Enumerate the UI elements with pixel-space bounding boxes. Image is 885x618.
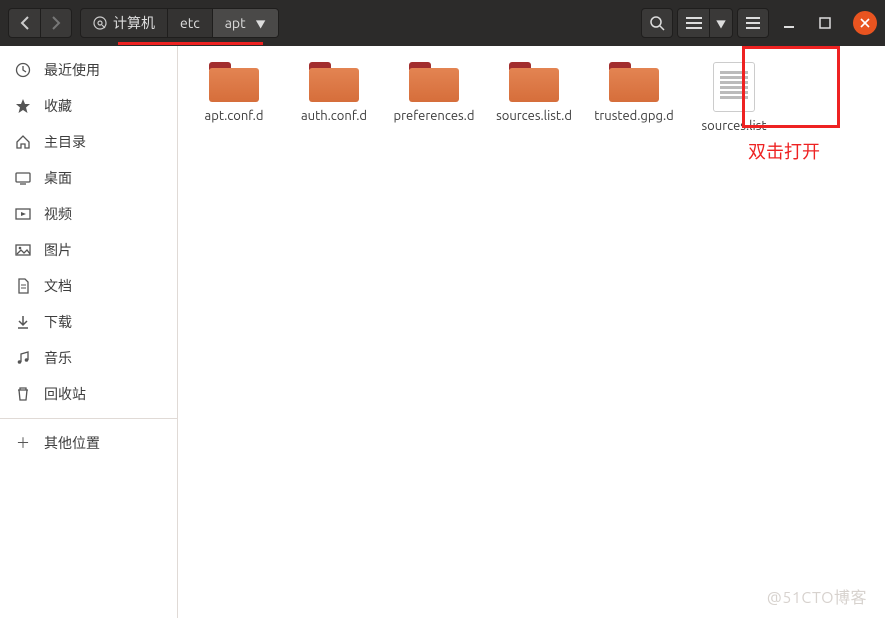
chevron-down-icon[interactable]: ▼ [710,9,732,37]
close-button[interactable] [853,11,877,35]
folder-item[interactable]: trusted.gpg.d [584,58,684,146]
breadcrumb-apt[interactable]: apt ▼ [213,9,278,37]
file-grid: apt.conf.d auth.conf.d preferences.d source… [178,46,885,618]
breadcrumb-etc[interactable]: etc [168,9,213,37]
sidebar-label: 文档 [44,276,72,296]
folder-icon [409,62,459,102]
sidebar-label: 最近使用 [44,60,100,80]
sidebar: 最近使用收藏主目录桌面视频图片文档下载音乐回收站 ＋ 其他位置 [0,46,178,618]
video-icon [14,206,32,222]
back-button[interactable] [8,8,40,38]
sidebar-item-trash[interactable]: 回收站 [0,376,177,412]
folder-icon [209,62,259,102]
maximize-button[interactable] [809,8,841,38]
sidebar-label: 图片 [44,240,72,260]
annotation-underline [118,42,263,45]
search-button[interactable] [641,8,673,38]
pictures-icon [14,242,32,258]
close-icon [860,18,870,28]
sidebar-item-home[interactable]: 主目录 [0,124,177,160]
sidebar-label: 收藏 [44,96,72,116]
clock-icon [14,62,32,78]
trash-icon [14,386,32,402]
toolbar: 计算机 etc apt ▼ ▼ [0,0,885,46]
minimize-button[interactable] [773,8,805,38]
item-label: sources.list.d [496,108,572,124]
sidebar-label: 其他位置 [44,433,100,453]
sidebar-item-music[interactable]: 音乐 [0,340,177,376]
plus-icon: ＋ [14,433,32,453]
folder-icon [509,62,559,102]
breadcrumb-label: 计算机 [113,13,155,33]
breadcrumb-computer[interactable]: 计算机 [81,9,168,37]
sidebar-item-starred[interactable]: 收藏 [0,88,177,124]
text-file-icon [713,62,755,112]
sidebar-item-pictures[interactable]: 图片 [0,232,177,268]
breadcrumb-label: apt [225,15,246,31]
documents-icon [14,278,32,294]
maximize-icon [819,17,831,29]
sidebar-label: 回收站 [44,384,86,404]
hamburger-icon [746,17,760,29]
sidebar-label: 桌面 [44,168,72,188]
breadcrumb-label: etc [180,15,200,31]
item-label: sources.list [702,118,767,134]
view-mode-button[interactable]: ▼ [677,8,733,38]
annotation-text: 双击打开 [748,138,820,164]
forward-button[interactable] [40,8,72,38]
folder-icon [609,62,659,102]
folder-item[interactable]: apt.conf.d [184,58,284,146]
downloads-icon [14,314,32,330]
music-icon [14,350,32,366]
sidebar-item-other-locations[interactable]: ＋ 其他位置 [0,425,177,461]
sidebar-item-recent[interactable]: 最近使用 [0,52,177,88]
star-icon [14,98,32,114]
path-bar: 计算机 etc apt ▼ [80,8,279,38]
sidebar-item-downloads[interactable]: 下载 [0,304,177,340]
folder-icon [309,62,359,102]
sidebar-label: 视频 [44,204,72,224]
watermark: @51CTO博客 [767,584,867,608]
disk-icon [93,16,107,30]
file-item[interactable]: sources.list [684,58,784,146]
item-label: apt.conf.d [205,108,264,124]
minimize-icon [782,16,796,30]
sidebar-label: 音乐 [44,348,72,368]
chevron-down-icon: ▼ [256,16,266,31]
sidebar-item-videos[interactable]: 视频 [0,196,177,232]
sidebar-label: 主目录 [44,132,86,152]
sidebar-label: 下载 [44,312,72,332]
folder-item[interactable]: preferences.d [384,58,484,146]
item-label: preferences.d [394,108,475,124]
folder-item[interactable]: sources.list.d [484,58,584,146]
item-label: auth.conf.d [301,108,367,124]
folder-item[interactable]: auth.conf.d [284,58,384,146]
home-icon [14,134,32,150]
list-view-icon[interactable] [678,9,710,37]
search-icon [649,15,665,31]
desktop-icon [14,170,32,186]
sidebar-item-desktop[interactable]: 桌面 [0,160,177,196]
hamburger-menu-button[interactable] [737,8,769,38]
item-label: trusted.gpg.d [594,108,673,124]
sidebar-item-documents[interactable]: 文档 [0,268,177,304]
